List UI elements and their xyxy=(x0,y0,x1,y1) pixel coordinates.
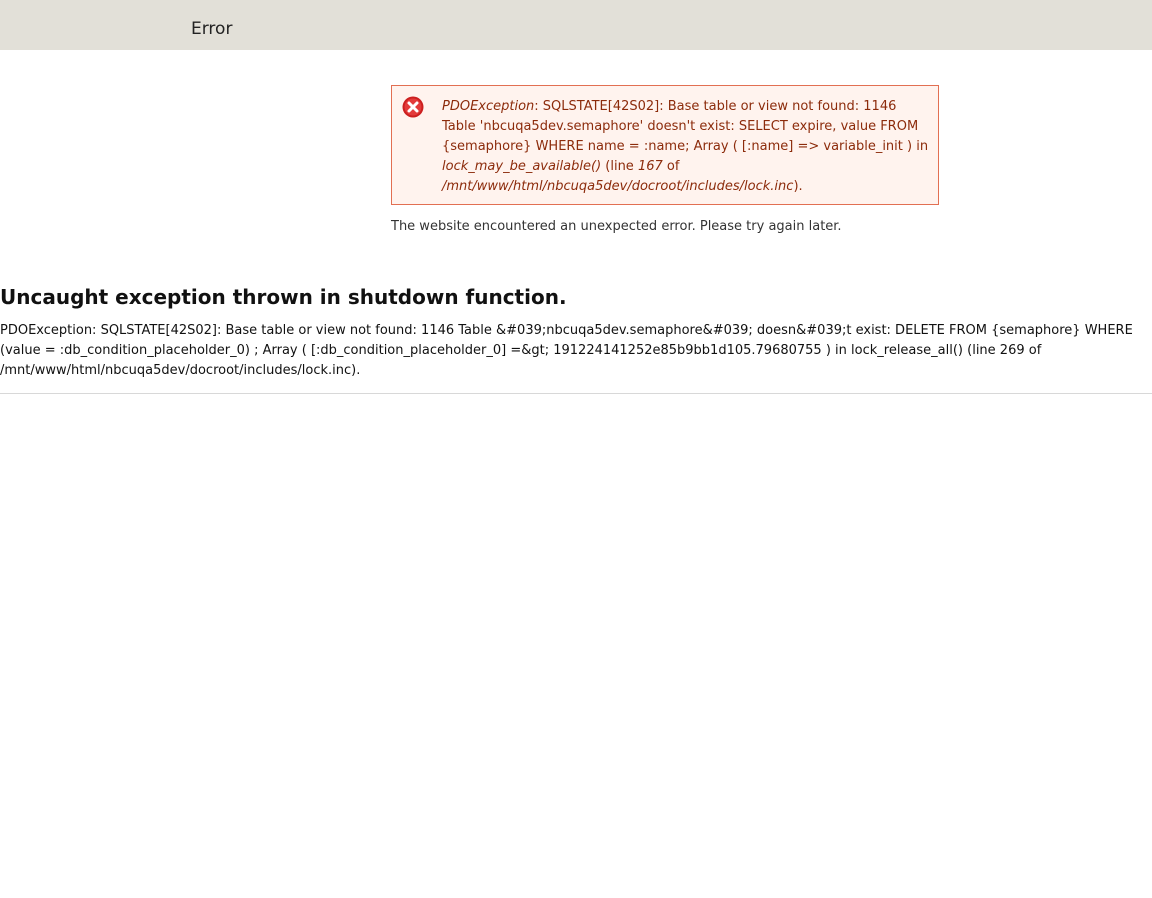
error-x-icon xyxy=(402,96,424,118)
error-line-prefix: (line xyxy=(601,159,638,174)
error-suffix: ). xyxy=(793,179,803,194)
error-message-box: PDOException: SQLSTATE[42S02]: Base tabl… xyxy=(391,85,939,205)
page: Error PDOException: SQLSTATE[42S02]: Bas… xyxy=(0,0,1152,898)
error-message-text: PDOException: SQLSTATE[42S02]: Base tabl… xyxy=(442,97,932,197)
error-of-text: of xyxy=(662,159,680,174)
page-title: Error xyxy=(191,19,233,39)
error-line-number: 167 xyxy=(637,159,663,174)
uncaught-exception-text: PDOException: SQLSTATE[42S02]: Base tabl… xyxy=(0,323,1133,378)
divider xyxy=(0,393,1152,394)
error-file-path: /mnt/www/html/nbcuqa5dev/docroot/include… xyxy=(442,179,794,194)
error-note: The website encountered an unexpected er… xyxy=(391,219,842,234)
uncaught-exception-heading: Uncaught exception thrown in shutdown fu… xyxy=(0,285,567,309)
page-header: Error xyxy=(0,0,1152,50)
error-function: lock_may_be_available() xyxy=(442,159,602,174)
exception-class: PDOException xyxy=(442,99,535,114)
